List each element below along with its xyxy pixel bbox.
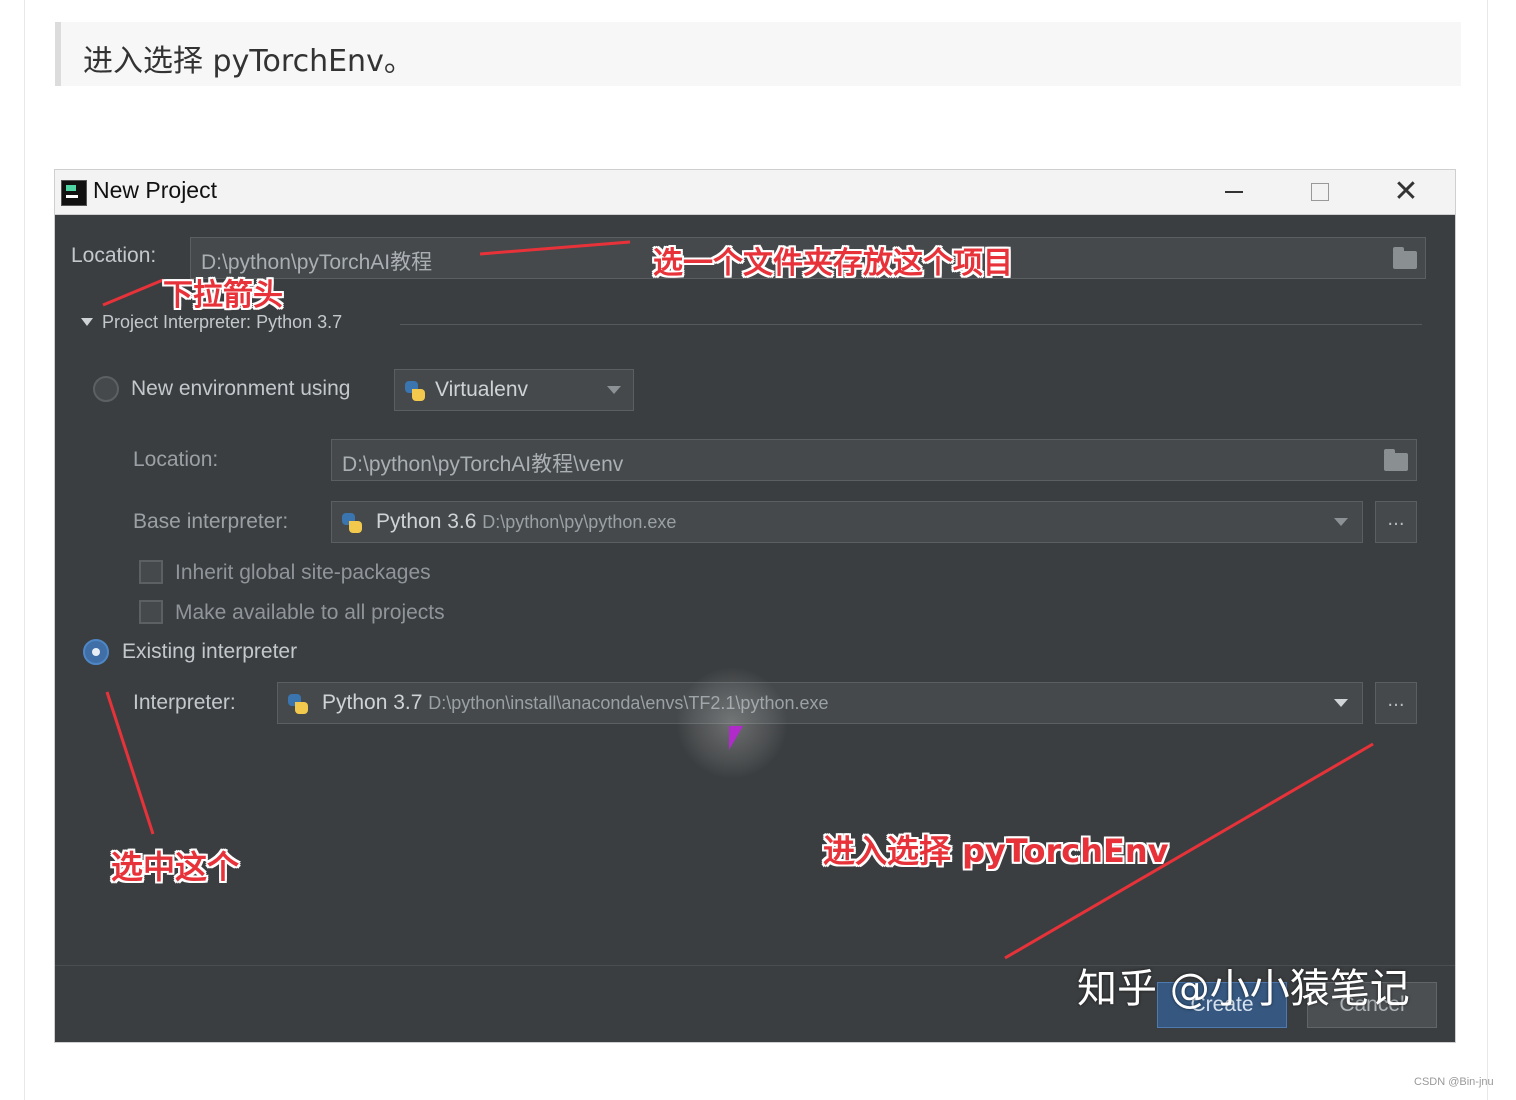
interpreter-name: Python 3.7	[322, 691, 423, 714]
folder-icon[interactable]	[1384, 449, 1408, 471]
venv-location-label: Location:	[133, 448, 219, 471]
select-annotation: 选中这个	[111, 848, 240, 886]
make-available-label: Make available to all projects	[175, 601, 445, 624]
close-button[interactable]: ✕	[1369, 170, 1443, 214]
dialog-titlebar: New Project ✕	[55, 170, 1455, 215]
venv-location-value: D:\python\pyTorchAI教程\venv	[342, 453, 624, 476]
base-interpreter-name: Python 3.6	[376, 510, 477, 533]
pycharm-logo-icon	[61, 180, 87, 206]
python-icon	[342, 513, 362, 533]
collapse-triangle-icon[interactable]	[81, 318, 93, 326]
new-environment-label: New environment using	[131, 377, 351, 400]
environment-tool-select[interactable]: Virtualenv	[394, 369, 634, 411]
maximize-icon	[1311, 183, 1329, 201]
interpreter-browse-button[interactable]: ...	[1375, 682, 1417, 724]
csdn-credit: CSDN @Bin-jnu	[1414, 1076, 1494, 1088]
base-interpreter-select[interactable]: Python 3.6 D:\python\py\python.exe	[331, 501, 1363, 543]
zhihu-watermark: 知乎 @小小猿笔记	[1077, 966, 1410, 1012]
base-interpreter-browse-button[interactable]: ...	[1375, 501, 1417, 543]
inherit-packages-label: Inherit global site-packages	[175, 561, 431, 584]
env-annotation: 进入选择 pyTorchEnv	[823, 832, 1169, 870]
chevron-down-icon	[607, 386, 621, 394]
python-icon	[288, 694, 308, 714]
close-icon: ✕	[1393, 174, 1419, 209]
maximize-button[interactable]	[1283, 170, 1357, 214]
existing-interpreter-label: Existing interpreter	[122, 640, 298, 663]
mouse-pointer-icon	[729, 726, 743, 750]
python-icon	[405, 381, 425, 401]
venv-location-input[interactable]: D:\python\pyTorchAI教程\venv	[331, 439, 1417, 481]
interpreter-section-label[interactable]: Project Interpreter: Python 3.7	[102, 312, 342, 333]
blockquote: 进入选择 pyTorchEnv。	[55, 22, 1461, 86]
chevron-down-icon	[1334, 699, 1348, 707]
base-interpreter-label: Base interpreter:	[133, 510, 289, 533]
project-location-label: Location:	[71, 244, 157, 267]
minimize-icon	[1225, 191, 1243, 193]
inherit-packages-checkbox[interactable]	[139, 560, 163, 584]
existing-interpreter-radio[interactable]	[83, 639, 109, 665]
make-available-checkbox[interactable]	[139, 600, 163, 624]
dropdown-annotation: 下拉箭头	[163, 278, 283, 313]
new-environment-radio[interactable]	[93, 376, 119, 402]
dropdown-arrow	[102, 278, 164, 307]
dialog-title: New Project	[93, 177, 217, 203]
base-interpreter-path: D:\python\py\python.exe	[482, 512, 677, 532]
minimize-button[interactable]	[1197, 170, 1271, 214]
new-project-dialog-screenshot: New Project ✕ Location: D:\python\pyTorc…	[55, 170, 1455, 1042]
interpreter-label: Interpreter:	[133, 691, 236, 714]
section-separator	[400, 324, 1422, 325]
environment-tool-value: Virtualenv	[435, 378, 529, 401]
folder-icon[interactable]	[1393, 247, 1417, 269]
chevron-down-icon	[1334, 518, 1348, 526]
quote-text: 进入选择 pyTorchEnv。	[83, 44, 414, 79]
cursor-highlight	[677, 668, 787, 778]
folder-annotation: 选一个文件夹存放这个项目	[653, 246, 1013, 281]
interpreter-select[interactable]: Python 3.7 D:\python\install\anaconda\en…	[277, 682, 1363, 724]
